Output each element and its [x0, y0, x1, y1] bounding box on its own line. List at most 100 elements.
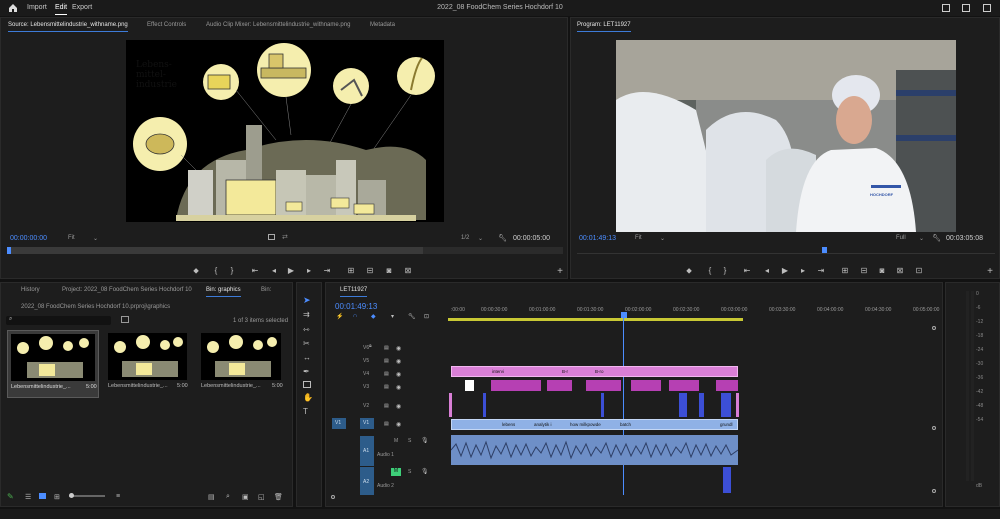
toggle-sync-lock-icon[interactable]: ▤ — [384, 384, 389, 390]
insert-icon[interactable]: ⊞ — [345, 266, 357, 275]
v2-clip[interactable] — [449, 393, 452, 417]
settings-wrench-icon[interactable]: 🔧︎ — [932, 234, 941, 242]
drop-frame-icon[interactable]: ⇄ — [282, 233, 288, 241]
freeform-view-icon[interactable]: ⊞ — [54, 493, 60, 501]
step-forward-icon[interactable]: ▸ — [303, 266, 315, 275]
tab-program[interactable]: Program: LET11927 — [577, 22, 631, 32]
add-button-icon[interactable]: + — [554, 266, 566, 277]
go-to-out-icon[interactable]: ⇥ — [321, 266, 333, 275]
v3-clip[interactable] — [547, 380, 572, 391]
toggle-sync-lock-icon[interactable]: ▤ — [384, 371, 389, 377]
mark-out-icon[interactable]: } — [719, 266, 731, 275]
v3-clip[interactable] — [586, 380, 621, 391]
lift-icon[interactable]: ⊞ — [839, 266, 851, 275]
time-ruler[interactable]: :00:00 00:00:30:00 00:01:00:00 00:01:30:… — [451, 307, 941, 317]
play-icon[interactable]: ▶ — [779, 266, 791, 275]
new-item-icon[interactable]: ◱ — [258, 493, 265, 501]
vr-view-icon[interactable]: ⊡ — [913, 266, 925, 275]
track-v5-label[interactable]: V5 — [363, 358, 369, 364]
export-frame-icon[interactable]: ◙ — [876, 266, 888, 275]
toggle-sync-lock-icon[interactable]: ▤ — [384, 358, 389, 364]
v2-clip[interactable] — [699, 393, 704, 417]
ripple-edit-tool-icon[interactable]: ⇿ — [303, 325, 310, 334]
bin-item[interactable]: Lebensmittelindustrie_... 5:00 — [105, 330, 193, 398]
go-to-out-icon[interactable]: ⇥ — [815, 266, 827, 275]
timeline-timecode[interactable]: 00:01:49:13 — [335, 302, 377, 311]
settings-wrench-icon[interactable]: 🔧︎ — [498, 234, 507, 242]
program-scrub-bar[interactable] — [577, 247, 995, 254]
program-timecode[interactable]: 00:01:49:13 — [579, 235, 616, 242]
v1-target-patch[interactable]: V1 — [360, 418, 374, 429]
v3-clip[interactable] — [491, 380, 541, 391]
play-icon[interactable]: ▶ — [285, 266, 297, 275]
linked-selection-icon[interactable]: ∩ — [353, 313, 357, 319]
v2-clip[interactable] — [601, 393, 604, 417]
v1-clips[interactable]: lebens analytik i how milkpowde batch gr… — [451, 419, 741, 431]
eye-icon[interactable]: ◉ — [396, 403, 401, 410]
track-v4-label[interactable]: V4 — [363, 371, 369, 377]
vertical-scroll-handle[interactable] — [932, 326, 936, 330]
fullscreen-icon[interactable] — [983, 4, 991, 12]
selection-tool-icon[interactable]: ➤ — [303, 295, 311, 306]
v3-clip[interactable] — [465, 380, 474, 391]
step-back-icon[interactable]: ◂ — [761, 266, 773, 275]
mark-out-icon[interactable]: } — [226, 266, 238, 275]
v2-clip[interactable] — [483, 393, 486, 417]
microphone-icon[interactable]: 🎙︎ — [421, 437, 429, 444]
mark-in-icon[interactable]: { — [704, 266, 716, 275]
v1-source-patch[interactable]: V1 — [332, 418, 346, 429]
tab-metadata[interactable]: Metadata — [370, 22, 395, 28]
go-to-in-icon[interactable]: ⇤ — [741, 266, 753, 275]
a2-clip[interactable] — [723, 467, 731, 493]
extract-icon[interactable]: ⊟ — [858, 266, 870, 275]
track-v6-label[interactable]: V6 — [363, 345, 369, 351]
quick-export-icon[interactable] — [962, 4, 970, 12]
rectangle-tool-icon[interactable] — [303, 381, 311, 388]
v4-clip-strip[interactable]: intervi B-r B-ro — [451, 366, 738, 377]
solo-button[interactable]: S — [408, 438, 411, 444]
eye-icon[interactable]: ◉ — [396, 358, 401, 365]
type-tool-icon[interactable]: T — [303, 407, 308, 416]
tab-source[interactable]: Source: Lebensmittelindustrie_withname.p… — [8, 22, 128, 32]
a1-clips[interactable] — [451, 435, 741, 466]
pen-tool-icon[interactable]: ✒ — [303, 367, 310, 376]
comparison-view-icon[interactable]: ⊠ — [894, 266, 906, 275]
step-forward-icon[interactable]: ▸ — [797, 266, 809, 275]
bin-item[interactable]: Lebensmittelindustrie_... 5:00 — [7, 330, 99, 398]
tab-audio-clip-mixer[interactable]: Audio Clip Mixer: Lebensmittelindustrie_… — [206, 22, 350, 28]
horizontal-scroll-handle[interactable] — [331, 495, 335, 499]
captions-icon[interactable]: ⊡ — [424, 313, 429, 320]
source-resolution-select[interactable]: 1/2 ⌄ — [461, 235, 483, 242]
a2-clips[interactable] — [451, 467, 741, 495]
program-playhead[interactable] — [822, 247, 827, 253]
zoom-slider[interactable] — [69, 493, 105, 498]
v2-clip[interactable] — [721, 393, 731, 417]
program-resolution-select[interactable]: Full ⌄ — [896, 235, 924, 242]
tab-effect-controls[interactable]: Effect Controls — [147, 22, 186, 28]
button-editor-icon[interactable]: ⊠ — [402, 266, 414, 275]
work-area-bar[interactable] — [448, 318, 743, 321]
eye-icon[interactable]: ◉ — [396, 421, 401, 428]
v4-clips[interactable]: intervi B-r B-ro — [451, 366, 741, 378]
tab-history[interactable]: History — [21, 287, 40, 293]
zoom-slider-handle[interactable] — [69, 493, 74, 498]
a1-clip-strip[interactable] — [451, 435, 738, 465]
toggle-sync-lock-icon[interactable]: ▤ — [384, 403, 389, 409]
new-bin-icon[interactable]: ▣ — [242, 493, 249, 501]
tab-bin-graphics[interactable]: Bin: graphics — [206, 287, 241, 297]
step-back-icon[interactable]: ◂ — [268, 266, 280, 275]
vertical-scroll-handle[interactable] — [932, 426, 936, 430]
track-v3-label[interactable]: V3 — [363, 384, 369, 390]
track-v2-label[interactable]: V2 — [363, 403, 369, 409]
toggle-sync-lock-icon[interactable]: ▤ — [384, 345, 389, 351]
v1-clip-strip[interactable]: lebens analytik i how milkpowde batch gr… — [451, 419, 738, 430]
source-timecode[interactable]: 00:00:00:00 — [10, 235, 47, 242]
source-zoom-select[interactable]: Fit ⌄ — [68, 235, 98, 243]
program-zoom-select[interactable]: Fit ⌄ — [635, 235, 665, 242]
track-select-tool-icon[interactable]: ⇉ — [303, 310, 310, 319]
add-marker-icon[interactable]: ⬥ — [190, 266, 202, 276]
v3-clip[interactable] — [631, 380, 661, 391]
workspace-icon[interactable] — [942, 4, 950, 12]
trash-icon[interactable]: 🗑︎ — [274, 493, 283, 501]
a1-source-patch[interactable]: A1 — [360, 436, 374, 466]
